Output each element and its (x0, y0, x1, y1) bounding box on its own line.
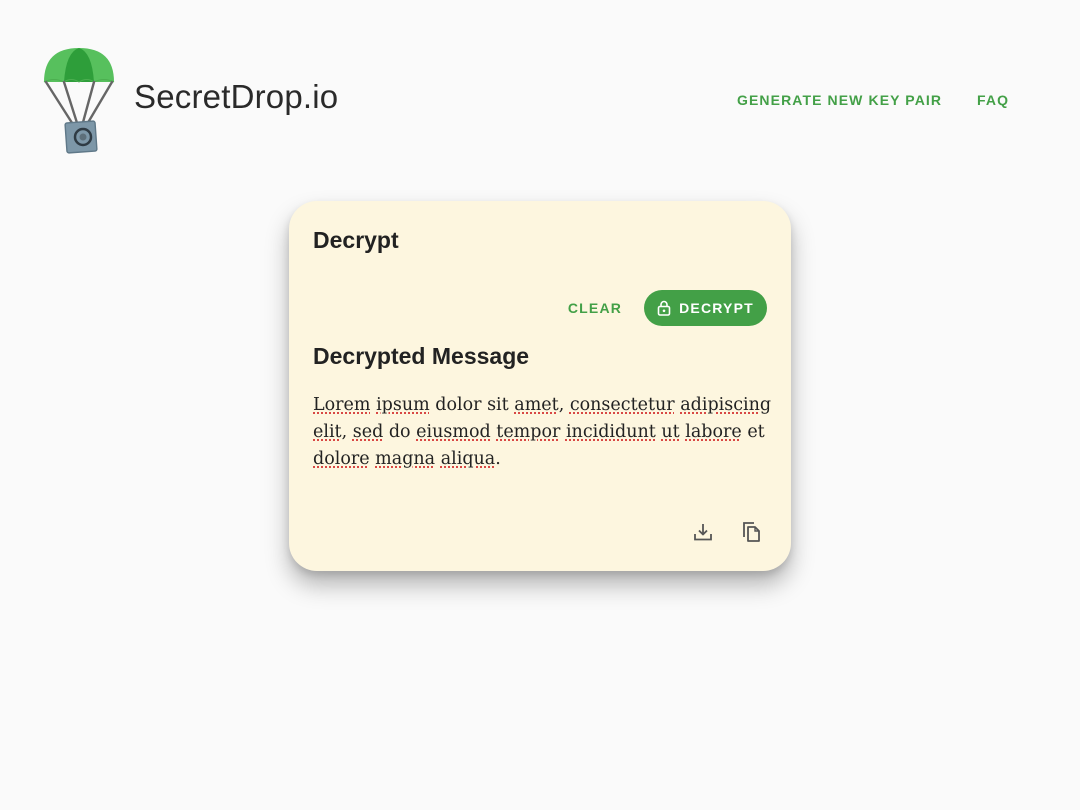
spellcheck-word: Lorem (313, 395, 371, 415)
decrypt-button-label: DECRYPT (679, 300, 754, 316)
card-title: Decrypt (313, 227, 399, 253)
spellcheck-word: ipsum (376, 395, 430, 415)
decrypted-message-title: Decrypted Message (313, 343, 530, 369)
spellcheck-word: eiusmod (416, 422, 491, 442)
spellcheck-word: sed (352, 422, 384, 442)
download-icon (694, 524, 712, 541)
spellcheck-word: consectetur (569, 395, 675, 415)
spellcheck-word: labore (685, 422, 742, 442)
faq-link[interactable]: FAQ (977, 92, 1009, 108)
parachute-safe-icon (43, 48, 115, 154)
message-text: do (383, 422, 417, 442)
app-header: SecretDrop.io GENERATE NEW KEY PAIR FAQ (0, 0, 1080, 200)
brand-title: SecretDrop.io (134, 78, 339, 115)
spellcheck-word: ut (661, 422, 680, 442)
spellcheck-word: aliqua (440, 449, 496, 469)
message-text: dolor sit (429, 395, 515, 415)
message-text: et (741, 422, 765, 442)
copy-button[interactable] (736, 517, 766, 547)
copy-icon (743, 522, 760, 542)
decrypt-card: Decrypt CLEAR DECRYPT Decrypted Message … (289, 201, 791, 571)
message-text: , (341, 422, 353, 442)
generate-key-pair-link[interactable]: GENERATE NEW KEY PAIR (737, 92, 942, 108)
spellcheck-word: elit (313, 422, 342, 442)
spellcheck-word: incididunt (565, 422, 656, 442)
clear-button[interactable]: CLEAR (559, 291, 631, 325)
spellcheck-word: dolore (313, 449, 370, 469)
message-text: , (558, 395, 570, 415)
download-button[interactable] (688, 517, 718, 547)
spellcheck-word: adipiscing (680, 395, 772, 415)
spellcheck-word: magna (375, 449, 436, 469)
decrypted-message-text[interactable]: Lorem ipsum dolor sit amet, consectetur … (313, 392, 773, 473)
lock-icon (657, 300, 671, 316)
spellcheck-word: tempor (496, 422, 561, 442)
message-text: . (495, 449, 501, 469)
decrypt-button[interactable]: DECRYPT (644, 290, 767, 326)
spellcheck-word: amet (514, 395, 559, 415)
